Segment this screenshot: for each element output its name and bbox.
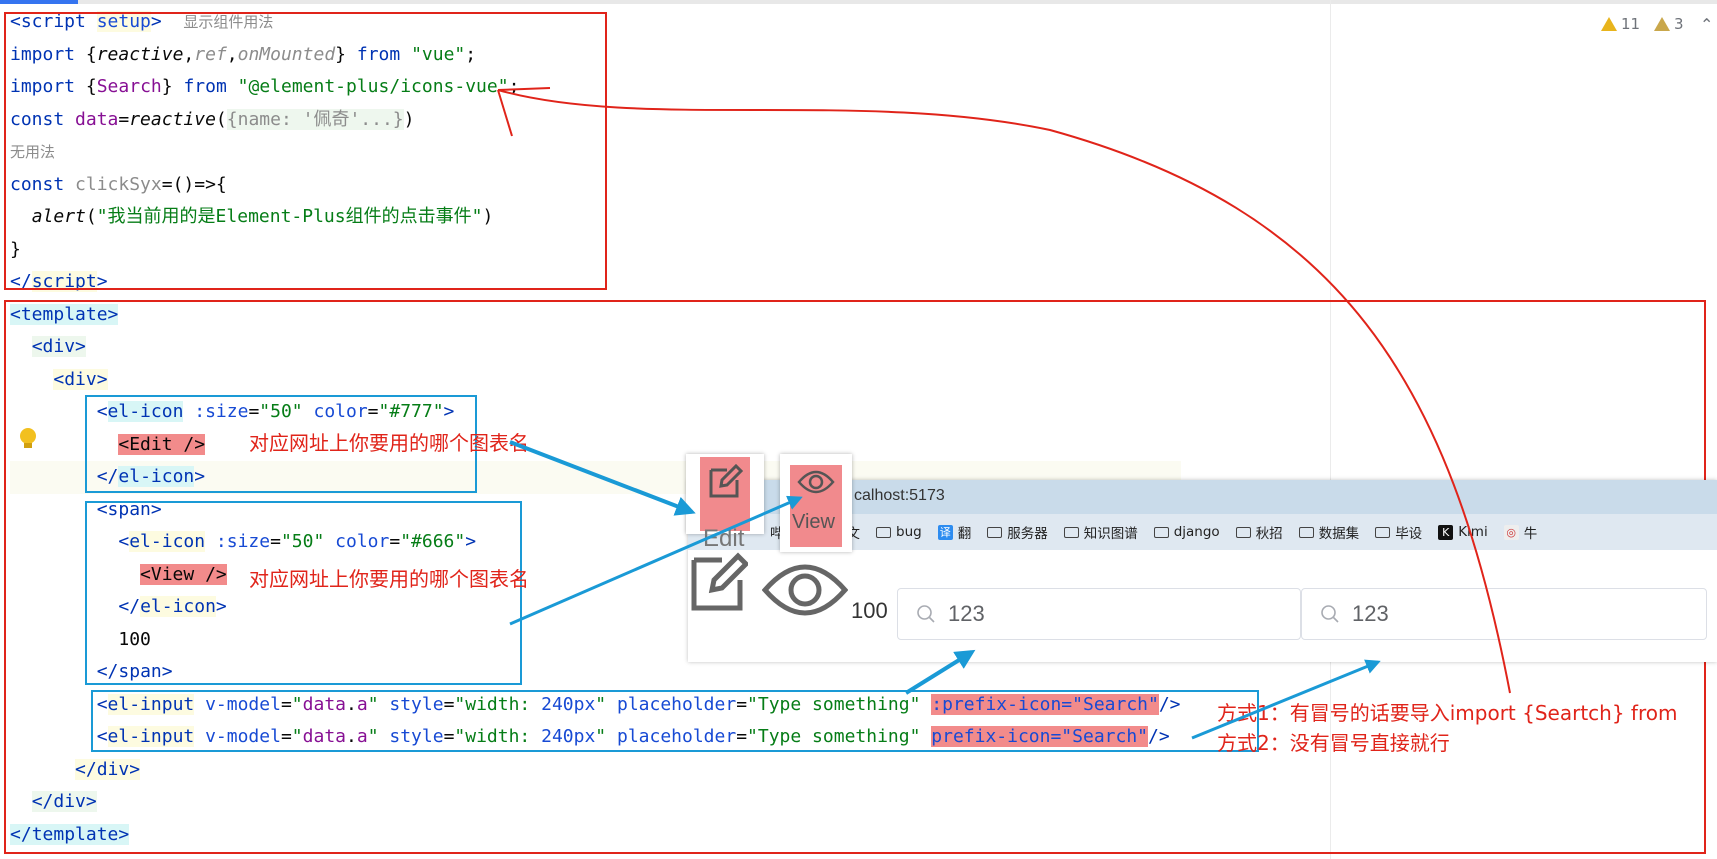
folder-icon <box>1235 526 1251 538</box>
active-tab-indicator[interactable] <box>0 0 78 4</box>
folder-icon <box>1298 526 1314 538</box>
translate-icon: 译 <box>937 524 953 540</box>
edit-icon <box>691 552 748 611</box>
bookmark-6[interactable]: django <box>1153 524 1220 540</box>
mode1-annotation: 方式1：有冒号的话要导入import {Seartch} from <box>1217 701 1678 725</box>
view-icon-preview: View <box>780 454 852 552</box>
view-icon <box>762 564 848 616</box>
top-bar <box>0 0 1717 4</box>
bookmark-3[interactable]: 译翻 <box>937 522 971 542</box>
nowcoder-icon: ◎ <box>1503 524 1519 540</box>
bookmark-5[interactable]: 知识图谱 <box>1063 522 1138 542</box>
bookmark-9[interactable]: 毕设 <box>1375 522 1422 542</box>
weak-warning-icon <box>1654 17 1670 31</box>
kimi-icon: K <box>1438 524 1454 540</box>
folder-icon <box>1063 526 1079 538</box>
eye-icon <box>797 470 835 494</box>
bookmark-8[interactable]: 数据集 <box>1298 522 1359 542</box>
view-label: View <box>792 511 835 533</box>
folder-icon <box>876 526 891 538</box>
edit-annotation: 对应网址上你要用的哪个图表名 <box>249 431 529 455</box>
folder-icon <box>1153 526 1169 538</box>
bookmark-7[interactable]: 秋招 <box>1235 522 1283 542</box>
folder-icon <box>1375 526 1391 538</box>
search-input-2[interactable]: 123 <box>1301 588 1707 640</box>
el-input-box <box>91 690 1259 752</box>
search-input-1[interactable]: 123 <box>897 588 1301 640</box>
bookmark-10[interactable]: K Kimi <box>1438 524 1488 540</box>
search-icon <box>1321 605 1339 623</box>
mode2-annotation: 方式2：没有冒号直接就行 <box>1217 731 1450 755</box>
bookmark-11[interactable]: ◎ 牛 <box>1503 522 1537 542</box>
page-content: 100 123 123 <box>688 550 1717 662</box>
bookmark-4[interactable]: 服务器 <box>987 522 1048 542</box>
edit-label: Edit <box>703 525 745 552</box>
chevron-up-icon[interactable]: ⌃ <box>1700 15 1713 34</box>
warning-count[interactable]: 3 <box>1654 15 1684 33</box>
folder-icon <box>987 526 1003 538</box>
warning-icon <box>1601 17 1617 31</box>
error-count[interactable]: 11 <box>1601 15 1640 33</box>
edit-icon-preview: Edit <box>686 454 764 552</box>
bookmark-2[interactable]: bug <box>876 524 922 540</box>
view-annotation: 对应网址上你要用的哪个图表名 <box>249 567 529 591</box>
span-view-box <box>85 501 522 685</box>
script-section-box <box>4 12 607 290</box>
search-icon <box>917 605 935 623</box>
edit-icon <box>709 464 743 498</box>
number-text: 100 <box>851 598 888 623</box>
